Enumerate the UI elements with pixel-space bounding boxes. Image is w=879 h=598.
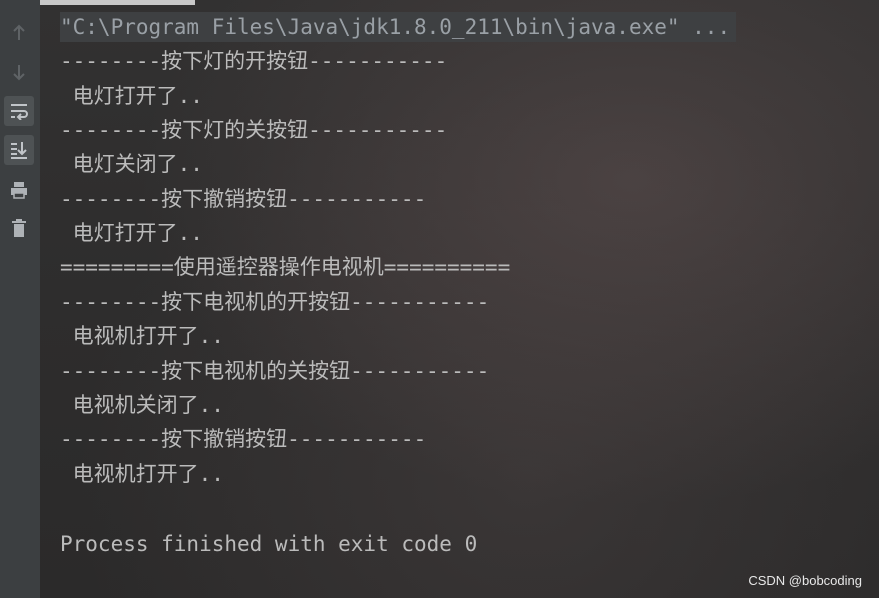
run-tab-indicator[interactable] <box>40 0 195 5</box>
console-output[interactable]: "C:\Program Files\Java\jdk1.8.0_211\bin\… <box>40 6 879 598</box>
output-line: 电视机打开了.. <box>60 462 224 486</box>
clear-all-button[interactable] <box>4 213 34 243</box>
soft-wrap-icon <box>9 102 29 120</box>
output-line: --------按下撤销按钮----------- <box>60 187 427 211</box>
print-icon <box>9 180 29 200</box>
arrow-down-icon <box>11 63 27 81</box>
print-button[interactable] <box>4 175 34 205</box>
arrow-down-button[interactable] <box>4 57 34 87</box>
scroll-to-end-button[interactable] <box>4 135 34 165</box>
output-line: --------按下电视机的关按钮----------- <box>60 359 490 383</box>
output-line: --------按下撤销按钮----------- <box>60 427 427 451</box>
output-line: =========使用遥控器操作电视机========== <box>60 255 511 279</box>
arrow-up-button[interactable] <box>4 18 34 48</box>
output-line: 电灯关闭了.. <box>60 152 203 176</box>
output-line: 电灯打开了.. <box>60 221 203 245</box>
trash-icon <box>10 218 28 238</box>
watermark: CSDN @bobcoding <box>748 573 862 588</box>
scroll-to-end-icon <box>9 140 29 160</box>
command-line: "C:\Program Files\Java\jdk1.8.0_211\bin\… <box>60 12 737 42</box>
output-line: 电灯打开了.. <box>60 84 203 108</box>
output-line: --------按下电视机的开按钮----------- <box>60 290 490 314</box>
output-line: 电视机打开了.. <box>60 324 224 348</box>
exit-status-line: Process finished with exit code 0 <box>60 532 478 556</box>
output-line: --------按下灯的关按钮----------- <box>60 118 448 142</box>
console-toolbar <box>0 0 40 598</box>
output-line: 电视机关闭了.. <box>60 393 224 417</box>
output-line: --------按下灯的开按钮----------- <box>60 49 448 73</box>
soft-wrap-button[interactable] <box>4 96 34 126</box>
arrow-up-icon <box>11 24 27 42</box>
